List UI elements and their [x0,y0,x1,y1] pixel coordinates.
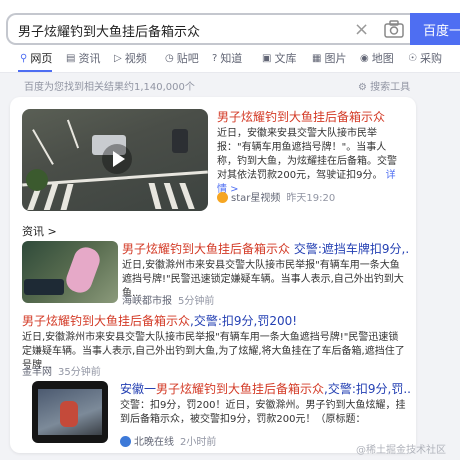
lane-marking [32,129,54,165]
news-source[interactable]: 海峡都市报 [122,296,172,307]
cart-icon: ☉ [408,52,417,64]
tab-images-label: 图片 [324,52,347,65]
tree [26,169,48,191]
tab-purchase[interactable]: ☉ 采购 [408,50,442,66]
news-time: 2小时前 [180,437,217,448]
news-thumbnail[interactable] [22,241,118,303]
result-count: 百度为您找到相关结果约1,140,000个 [24,82,195,93]
crosswalk-stripe [163,183,179,209]
tab-web-label: 网页 [30,52,53,65]
news-source[interactable]: 金羊网 [22,367,52,378]
news-meta: 海峡都市报 5分钟前 [122,292,214,307]
source-logo-icon [217,192,228,203]
news-section-label[interactable]: 资讯 > [22,223,57,239]
video-result-meta: star星视频 昨天19:20 [217,189,335,204]
news-meta: 金羊网 35分钟前 [22,363,101,378]
news-title[interactable]: 男子炫耀钓到大鱼挂后备箱示众,交警:扣9分,罚200! [22,313,410,329]
source-logo-icon [120,436,131,447]
tab-tieba[interactable]: ◷ 贴吧 [165,50,199,66]
video-result-title[interactable]: 男子炫耀钓到大鱼挂后备箱示众 [217,109,409,125]
crosswalk-stripe [179,183,195,209]
video-thumbnail[interactable] [22,109,208,211]
news-title-rest: ,交警:扣9分,罚... [324,382,410,396]
news-title-highlight: 男子炫耀钓到大鱼挂后备箱示众 [22,314,191,328]
tab-web[interactable]: ⚲ 网页 [20,50,52,66]
search-query-text[interactable]: 男子炫耀钓到大鱼挂后备箱示众 [18,21,200,40]
search-input[interactable]: 男子炫耀钓到大鱼挂后备箱示众 × [6,13,410,45]
tab-news[interactable]: ▤ 资讯 [66,50,100,66]
search-tabs: ⚲ 网页 ▤ 资讯 ▷ 视频 ◷ 贴吧 ? 知道 ▣ 文库 ▦ 图片 ◉ 地图 ☉ 采购 [0,48,460,72]
image-icon: ▦ [312,52,322,64]
tab-map[interactable]: ◉ 地图 [360,50,394,66]
doc-icon: ▣ [262,52,272,64]
video-result-desc: 近日，安徽来安县交警大队接市民举报："有辆车用鱼遮挡号牌！"。当事人称，钓到大鱼… [217,127,403,197]
search-tools-label: 搜索工具 [370,82,411,93]
news-title-highlight: 男子炫耀钓到大鱼挂后备箱示众 [122,242,291,256]
search-icon: ⚲ [20,52,28,64]
news-icon: ▤ [66,52,76,64]
tab-zhidao-label: 知道 [220,52,243,65]
news-title[interactable]: 安徽一男子炫耀钓到大鱼挂后备箱示众,交警:扣9分,罚... [120,381,410,397]
tab-images[interactable]: ▦ 图片 [312,50,346,66]
search-button[interactable]: 百度一 [410,13,460,45]
news-title-highlight: 男子炫耀钓到大鱼挂后备箱示众 [156,382,325,396]
car-shape [24,279,64,295]
motorbike [172,129,188,153]
watermark: @稀土掘金技术社区 [356,445,446,456]
news-time: 5分钟前 [178,296,215,307]
tab-zhidao[interactable]: ? 知道 [212,50,242,66]
tab-video-label: 视频 [124,52,147,65]
news-title-rest: ,交警:扣9分,罚200! [190,314,298,328]
news-desc: 交警：扣9分，罚200！近日，安徽滁州。男子钓到大鱼炫耀，挂到后备箱示众，被交警… [120,400,406,425]
crosswalk-stripe [60,184,74,210]
tab-news-label: 资讯 [78,52,101,65]
video-icon: ▷ [114,52,122,64]
tab-purchase-label: 采购 [419,52,442,65]
news-title[interactable]: 男子炫耀钓到大鱼挂后备箱示众 交警:遮挡车牌扣9分,... [122,241,408,257]
tieba-icon: ◷ [165,52,174,64]
news-source[interactable]: 北晚在线 [134,437,174,448]
fish-shape [60,401,78,427]
tools-icon: ⚙ [358,82,371,93]
question-icon: ? [212,52,218,64]
video-desc-text: 近日，安徽来安县交警大队接市民举报："有辆车用鱼遮挡号牌！"。当事人称，钓到大鱼… [217,128,397,181]
tab-tieba-label: 贴吧 [176,52,199,65]
camera-icon[interactable] [384,20,404,38]
news-meta: 北晚在线 2小时前 [120,433,216,448]
news-time: 35分钟前 [58,367,101,378]
tab-map-label: 地图 [371,52,394,65]
fish-shape [62,243,104,297]
clear-icon[interactable]: × [354,19,369,40]
video-time: 昨天19:20 [286,193,336,204]
crosswalk-stripe [43,184,59,210]
map-icon: ◉ [360,52,369,64]
search-tools-button[interactable]: ⚙ 搜索工具 [358,78,410,93]
play-icon[interactable] [102,144,132,174]
divider [0,72,460,73]
search-bar: 男子炫耀钓到大鱼挂后备箱示众 × 百度一 [0,0,460,48]
news-title-rest: 交警:遮挡车牌扣9分,... [290,242,408,256]
news-result-card: 男子炫耀钓到大鱼挂后备箱示众 近日，安徽来安县交警大队接市民举报："有辆车用鱼遮… [10,97,416,453]
crosswalk-stripe [148,183,162,209]
tab-video[interactable]: ▷ 视频 [114,50,147,66]
tab-wenku-label: 文库 [274,52,297,65]
video-source[interactable]: star星视频 [231,193,280,204]
lane-marking [66,119,80,149]
news-thumbnail[interactable] [32,381,108,443]
tab-wenku[interactable]: ▣ 文库 [262,50,296,66]
news-title-prefix: 安徽一 [120,382,157,396]
